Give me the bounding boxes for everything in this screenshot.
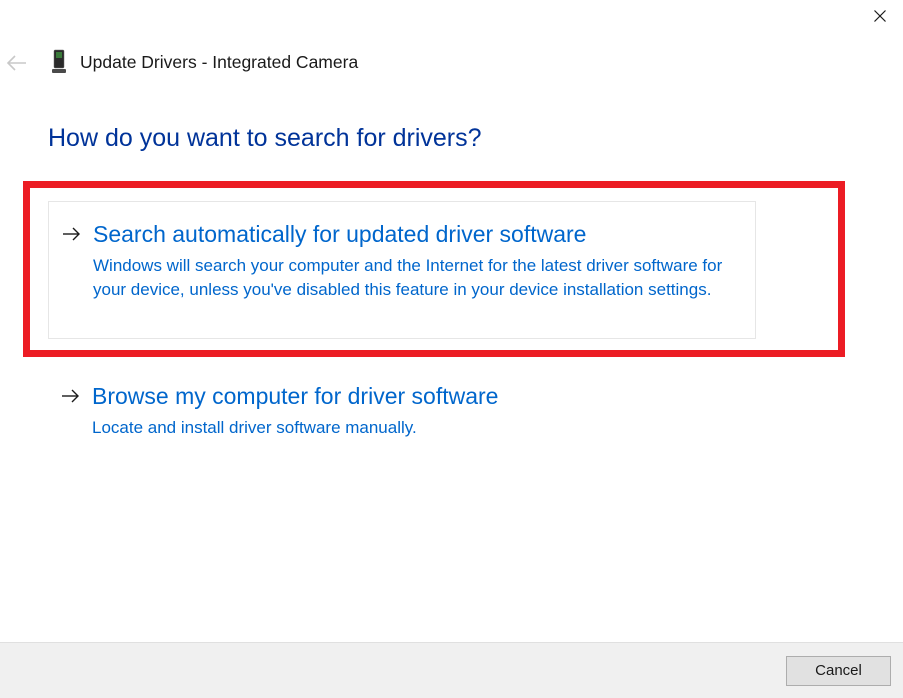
option-header: Search automatically for updated driver … [63,220,737,250]
arrow-right-icon [62,385,80,408]
wizard-header: Update Drivers - Integrated Camera [50,48,358,76]
option-browse-computer[interactable]: Browse my computer for driver software L… [48,372,756,450]
back-button [6,54,28,78]
option-header: Browse my computer for driver software [62,382,738,412]
cancel-button[interactable]: Cancel [786,656,891,686]
titlebar [0,0,903,32]
option-search-automatically[interactable]: Search automatically for updated driver … [48,201,756,339]
wizard-question: How do you want to search for drivers? [48,124,482,153]
option-description: Locate and install driver software manua… [92,416,738,440]
option-title: Browse my computer for driver software [92,382,498,412]
wizard-footer: Cancel [0,642,903,698]
wizard-title: Update Drivers - Integrated Camera [80,52,358,73]
option-title: Search automatically for updated driver … [93,220,586,250]
arrow-left-icon [6,54,28,72]
device-icon [50,48,68,76]
close-icon [874,10,886,22]
option-description: Windows will search your computer and th… [93,254,737,302]
close-button[interactable] [857,0,903,32]
arrow-right-icon [63,223,81,246]
